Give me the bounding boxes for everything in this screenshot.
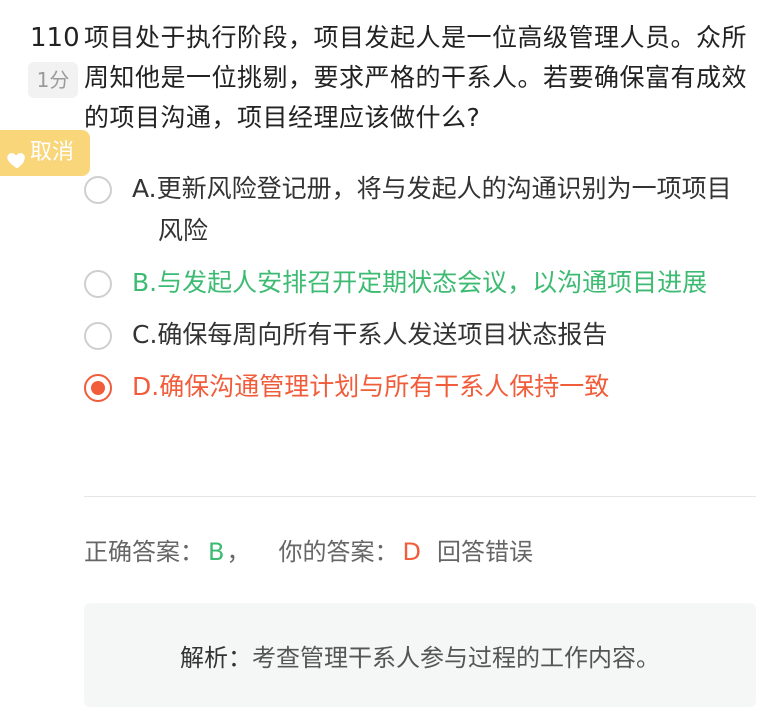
answer-verdict: 回答错误 bbox=[436, 538, 533, 566]
option-label: C.确保每周向所有干系人发送项目状态报告 bbox=[132, 320, 608, 349]
heart-icon bbox=[6, 142, 28, 169]
radio-selected-icon[interactable] bbox=[84, 374, 112, 402]
option-b[interactable]: B.与发起人安排召开定期状态会议，以沟通项目进展 bbox=[84, 262, 734, 304]
option-label: A.更新风险登记册，将与发起人的沟通识别为一项项目风险 bbox=[132, 174, 732, 245]
explanation-label: 解析： bbox=[180, 643, 252, 672]
explanation-box: 解析： 考查管理干系人参与过程的工作内容。 bbox=[84, 603, 756, 707]
cancel-favorite-label: 取消 bbox=[30, 140, 75, 165]
option-d[interactable]: D.确保沟通管理计划与所有干系人保持一致 bbox=[84, 366, 734, 408]
correct-answer-label: 正确答案： bbox=[84, 538, 204, 566]
explanation-text: 考查管理干系人参与过程的工作内容。 bbox=[252, 643, 660, 672]
your-answer-label: 你的答案： bbox=[278, 538, 399, 566]
radio-icon[interactable] bbox=[84, 176, 112, 204]
question-score-badge: 1分 bbox=[28, 62, 78, 98]
cancel-favorite-button[interactable]: 取消 bbox=[0, 130, 90, 176]
radio-icon[interactable] bbox=[84, 322, 112, 350]
answer-separator: ， bbox=[226, 538, 251, 566]
option-label: B.与发起人安排召开定期状态会议，以沟通项目进展 bbox=[132, 268, 708, 297]
radio-icon[interactable] bbox=[84, 270, 112, 298]
option-c[interactable]: C.确保每周向所有干系人发送项目状态报告 bbox=[84, 314, 734, 356]
answer-result: 正确答案： B， 你的答案： D 回答错误 bbox=[84, 532, 533, 572]
option-a[interactable]: A.更新风险登记册，将与发起人的沟通识别为一项项目风险 bbox=[84, 168, 734, 252]
correct-answer-value: B bbox=[208, 538, 225, 566]
question-number: 110 bbox=[30, 23, 80, 53]
options-list: A.更新风险登记册，将与发起人的沟通识别为一项项目风险 B.与发起人安排召开定期… bbox=[84, 168, 734, 418]
option-label: D.确保沟通管理计划与所有干系人保持一致 bbox=[132, 372, 610, 401]
question-page: 110 1分 项目处于执行阶段，项目发起人是一位高级管理人员。众所周知他是一位挑… bbox=[0, 0, 762, 724]
divider bbox=[84, 496, 756, 497]
question-text: 项目处于执行阶段，项目发起人是一位高级管理人员。众所周知他是一位挑剔，要求严格的… bbox=[84, 23, 748, 132]
your-answer-value: D bbox=[402, 538, 421, 566]
